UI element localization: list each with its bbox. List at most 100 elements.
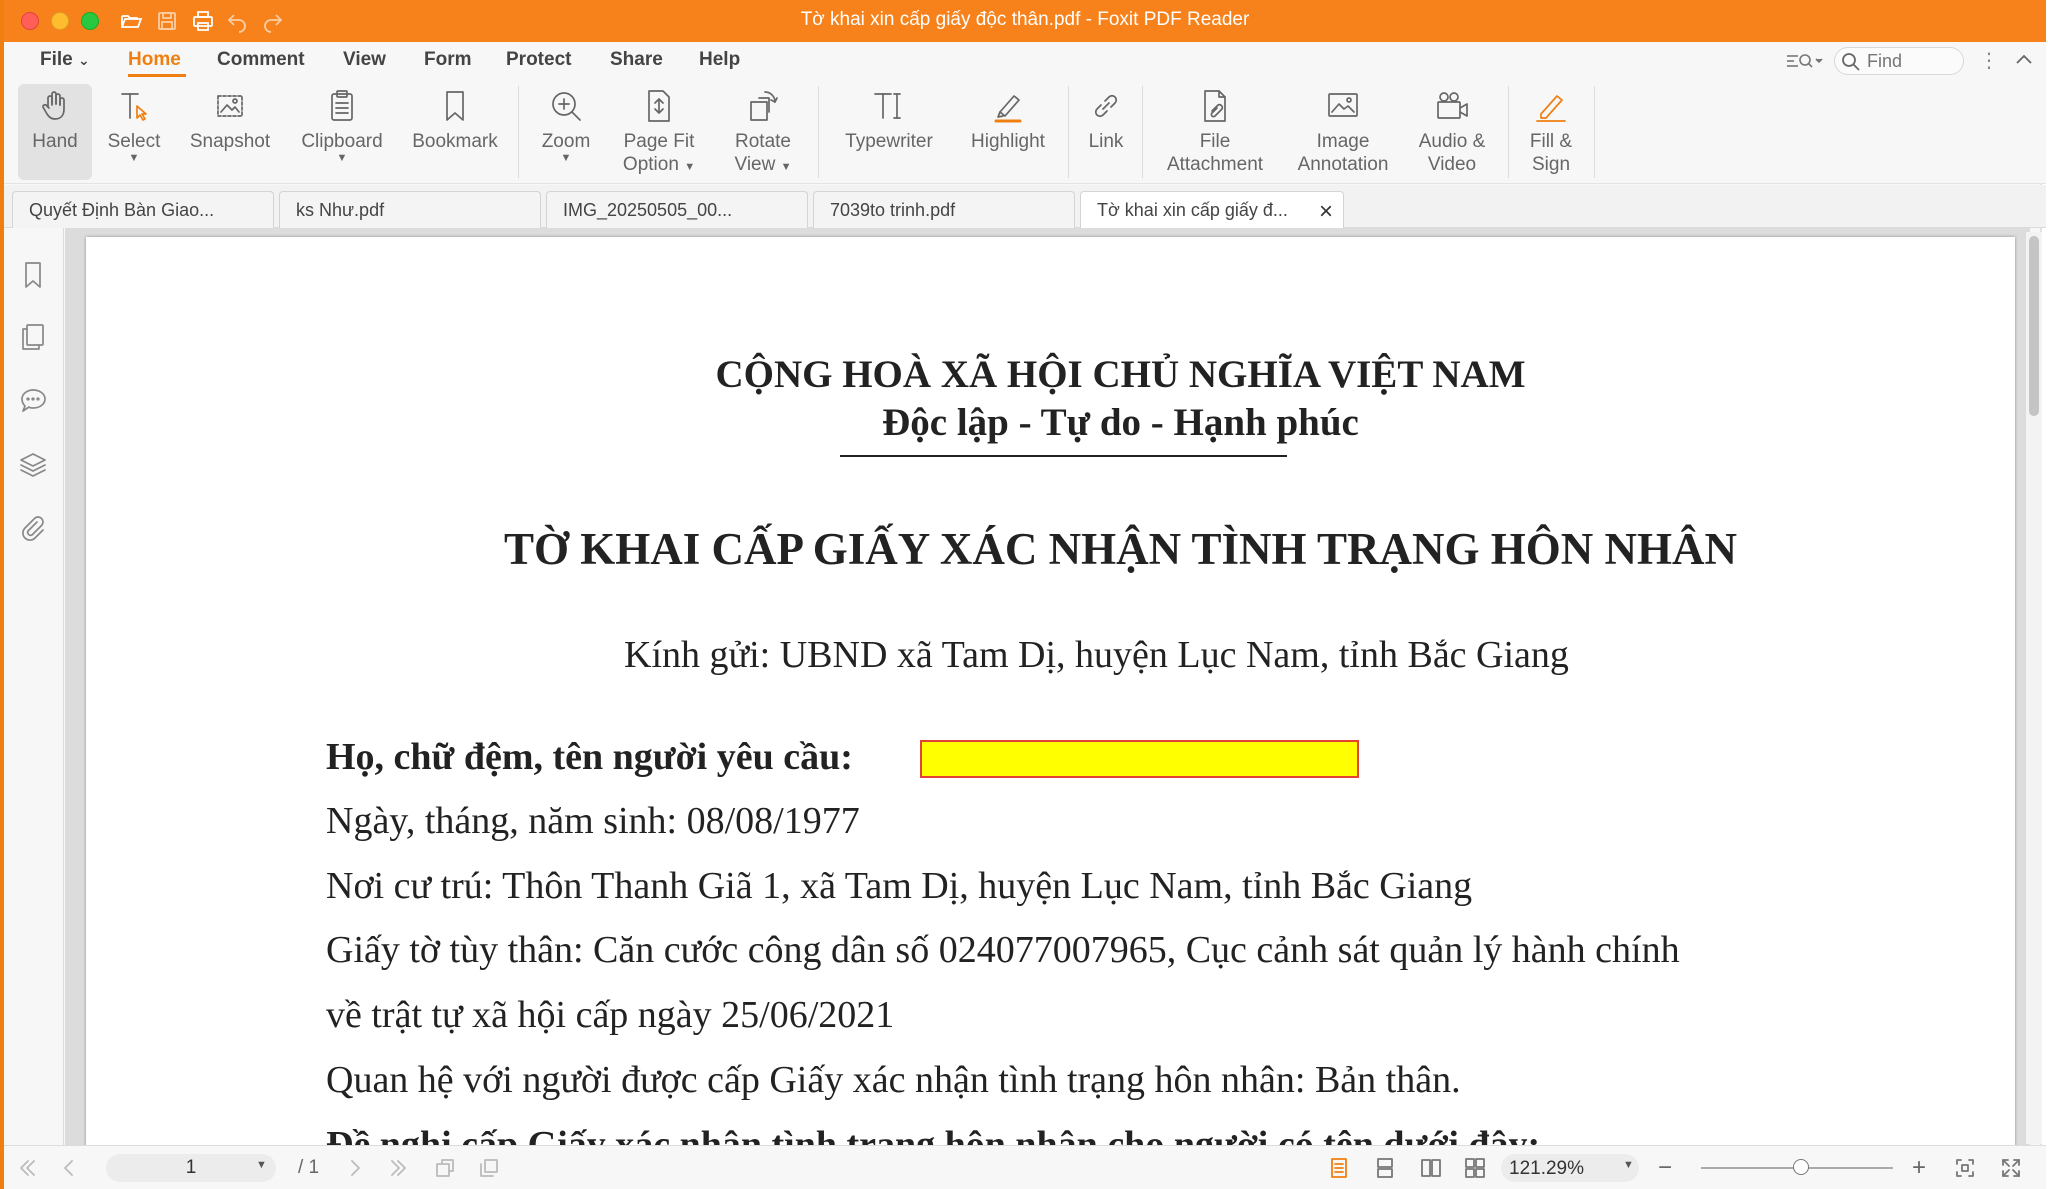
chevron-down-icon: ▼ (780, 161, 792, 173)
zoom-button[interactable]: Zoom ▼ (532, 84, 600, 180)
rotate-view-button[interactable]: Rotate View ▼ (720, 84, 806, 180)
last-page-icon[interactable] (386, 1156, 412, 1180)
menu-protect[interactable]: Protect (506, 49, 571, 71)
rotate-label-1: Rotate (735, 131, 791, 152)
rotate-label-2: View ▼ (734, 154, 792, 175)
ribbon-separator (1142, 86, 1143, 178)
continuous-facing-view-icon[interactable] (1462, 1156, 1488, 1180)
page-fit-label-2: Option ▼ (622, 154, 696, 175)
previous-view-icon[interactable] (432, 1156, 458, 1180)
ribbon-toolbar: Hand Select ▼ Snapshot Clipboard ▼ Bookm… (4, 78, 2046, 184)
single-page-view-icon[interactable] (1326, 1156, 1352, 1180)
highlight-button[interactable]: Highlight (956, 84, 1060, 180)
search-options-icon[interactable] (1784, 50, 1824, 72)
search-icon (1842, 53, 1860, 71)
file-attachment-icon (1195, 86, 1235, 126)
link-button[interactable]: Link (1080, 84, 1132, 180)
image-annotation-button[interactable]: Image Annotation (1284, 84, 1402, 180)
doc-tab[interactable]: IMG_20250505_00... (546, 191, 808, 228)
attachments-panel-icon[interactable] (18, 514, 50, 546)
highlight-annotation[interactable] (920, 740, 1359, 778)
vertical-scrollbar[interactable] (2026, 232, 2042, 1144)
find-field[interactable] (1834, 47, 1964, 75)
zoom-level-field[interactable]: 121.29% (1501, 1154, 1639, 1182)
window-title: Tờ khai xin cấp giấy độc thân.pdf - Foxi… (800, 9, 1250, 30)
facing-view-icon[interactable] (1418, 1156, 1444, 1180)
text-select-icon (114, 86, 154, 126)
menu-help[interactable]: Help (699, 49, 740, 71)
pages-panel-icon[interactable] (18, 322, 50, 354)
chevron-down-icon: ⌄ (78, 52, 90, 68)
fill-sign-label-2: Sign (1531, 154, 1571, 175)
app-window: Tờ khai xin cấp giấy độc thân.pdf - Foxi… (0, 0, 2048, 1189)
hand-tool-button[interactable]: Hand (18, 84, 92, 180)
doc-tab[interactable]: ks Như.pdf (279, 191, 541, 228)
menu-share[interactable]: Share (610, 49, 663, 71)
image-annotation-icon (1323, 86, 1363, 126)
menu-comment[interactable]: Comment (217, 49, 305, 71)
first-page-icon[interactable] (14, 1156, 40, 1180)
scrollbar-thumb[interactable] (2029, 236, 2039, 416)
doc-residence: Nơi cư trú: Thôn Thanh Giã 1, xã Tam Dị,… (326, 865, 1473, 907)
chevron-down-icon[interactable]: ▼ (256, 1159, 267, 1171)
fill-sign-label-1: Fill & (1529, 131, 1573, 152)
next-page-icon[interactable] (342, 1156, 368, 1180)
next-view-icon[interactable] (476, 1156, 502, 1180)
continuous-view-icon[interactable] (1372, 1156, 1398, 1180)
doc-nation-heading: CỘNG HOÀ XÃ HỘI CHỦ NGHĨA VIỆT NAM (715, 353, 1526, 396)
doc-tab[interactable]: Quyết Định Bàn Giao... (12, 191, 274, 228)
menu-view[interactable]: View (343, 49, 386, 71)
zoom-in-button[interactable]: + (1912, 1154, 1926, 1182)
doc-tab-label: ks Như.pdf (296, 200, 385, 220)
menu-home[interactable]: Home (128, 49, 181, 71)
highlighter-icon (988, 86, 1028, 126)
collapse-ribbon-icon[interactable] (2012, 48, 2036, 72)
typewriter-icon (869, 86, 909, 126)
document-viewport[interactable]: CỘNG HOÀ XÃ HỘI CHỦ NGHĨA VIỆT NAM Độc l… (65, 228, 2030, 1145)
clipboard-icon (322, 86, 362, 126)
audio-video-label-2: Video (1427, 154, 1477, 175)
menu-file[interactable]: File ⌄ (40, 49, 90, 71)
menu-form[interactable]: Form (424, 49, 472, 71)
clipboard-button[interactable]: Clipboard ▼ (294, 84, 390, 180)
fill-sign-button[interactable]: Fill & Sign (1518, 84, 1584, 180)
close-tab-icon[interactable]: × (1319, 198, 1333, 226)
zoom-in-icon (546, 86, 586, 126)
audio-video-icon (1432, 86, 1472, 126)
doc-request: Đề nghị cấp Giấy xác nhận tình trạng hôn… (326, 1124, 1541, 1145)
snapshot-button[interactable]: Snapshot (182, 84, 278, 180)
file-attachment-label-1: File (1199, 131, 1231, 152)
zoom-out-button[interactable]: − (1658, 1154, 1672, 1182)
doc-tab[interactable]: 7039to trinh.pdf (813, 191, 1075, 228)
file-attachment-button[interactable]: File Attachment (1156, 84, 1274, 180)
zoom-slider-thumb[interactable] (1793, 1159, 1809, 1175)
select-tool-button[interactable]: Select ▼ (100, 84, 168, 180)
comments-panel-icon[interactable] (18, 386, 50, 418)
full-screen-icon[interactable] (1998, 1156, 2024, 1180)
find-input[interactable] (1867, 50, 1959, 72)
snapshot-label: Snapshot (189, 131, 271, 152)
zoom-label: Zoom (541, 131, 591, 152)
audio-video-button[interactable]: Audio & Video (1408, 84, 1496, 180)
page-total: / 1 (298, 1157, 320, 1178)
layers-panel-icon[interactable] (18, 450, 50, 482)
bookmark-panel-icon[interactable] (18, 260, 50, 292)
page-number-input[interactable] (106, 1154, 276, 1182)
menu-file-label: File (40, 49, 73, 70)
page-fit-option-button[interactable]: Page Fit Option ▼ (616, 84, 702, 180)
link-icon (1086, 86, 1126, 126)
fit-page-icon[interactable] (1952, 1156, 1978, 1180)
rotate-icon (743, 86, 783, 126)
image-annotation-label-1: Image (1316, 131, 1370, 152)
chevron-down-icon[interactable]: ▼ (1623, 1159, 1634, 1171)
previous-page-icon[interactable] (56, 1156, 82, 1180)
ribbon-separator (1068, 86, 1069, 178)
image-annotation-label-2: Annotation (1297, 154, 1389, 175)
page-fit-icon (639, 86, 679, 126)
doc-tab-label: IMG_20250505_00... (563, 200, 733, 220)
doc-motto: Độc lập - Tự do - Hạnh phúc (882, 401, 1359, 444)
typewriter-button[interactable]: Typewriter (834, 84, 944, 180)
doc-tab-active[interactable]: Tờ khai xin cấp giấy đ... × (1080, 191, 1344, 229)
more-options-icon[interactable]: ⋮ (1979, 48, 1999, 74)
bookmark-button[interactable]: Bookmark (406, 84, 504, 180)
